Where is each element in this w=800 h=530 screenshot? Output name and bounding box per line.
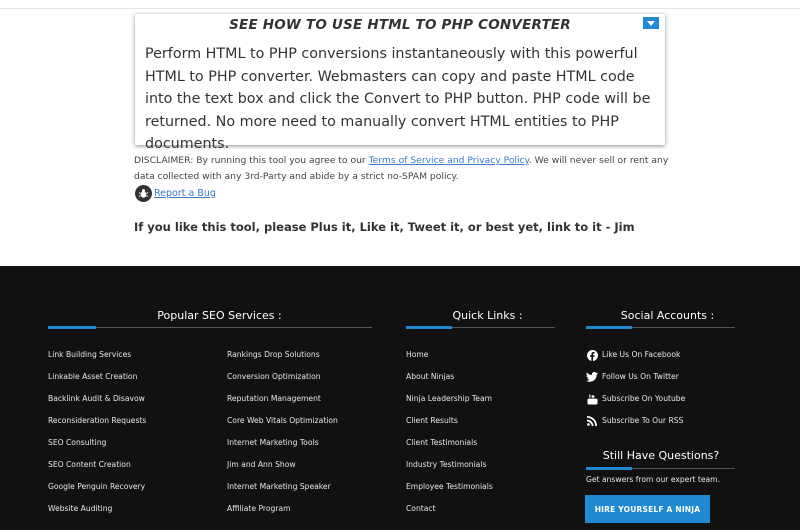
- hire-ninja-button[interactable]: HIRE YOURSELF A NINJA: [585, 495, 710, 523]
- social-twitter-link[interactable]: Follow Us On Twitter: [586, 371, 685, 393]
- social-rss-link[interactable]: Subscribe To Our RSS: [586, 415, 685, 437]
- chevron-down-icon: [647, 20, 655, 26]
- questions-accent: [586, 467, 632, 470]
- report-bug-row[interactable]: Report a Bug: [135, 184, 216, 202]
- footer-link[interactable]: Ninja Leadership Team: [406, 393, 493, 415]
- footer-link[interactable]: Jim and Ann Show: [227, 459, 338, 481]
- footer-link[interactable]: Home: [406, 349, 493, 371]
- footer-link[interactable]: Core Web Vitals Optimization: [227, 415, 338, 437]
- quick-links-accent: [406, 326, 452, 329]
- footer-link[interactable]: Industry Testimonials: [406, 459, 493, 481]
- seo-services-list-1: Link Building Services Linkable Asset Cre…: [48, 349, 146, 525]
- social-label: Like Us On Facebook: [602, 350, 681, 359]
- social-youtube-link[interactable]: Subscribe On Youtube: [586, 393, 685, 415]
- seo-services-accent: [48, 326, 96, 329]
- seo-services-list-2: Rankings Drop Solutions Conversion Optimi…: [227, 349, 338, 525]
- answers-text: Get answers from our expert team.: [586, 475, 720, 484]
- bug-icon: [135, 184, 152, 202]
- footer-link[interactable]: Reputation Management: [227, 393, 338, 415]
- rss-icon: [586, 415, 598, 427]
- seo-services-heading: Popular SEO Services :: [157, 309, 282, 322]
- footer-link[interactable]: Employee Testimonials: [406, 481, 493, 503]
- still-have-questions-heading: Still Have Questions?: [602, 449, 720, 462]
- twitter-icon: [586, 371, 598, 383]
- disclaimer-prefix: DISCLAIMER: By running this tool you agr…: [134, 155, 369, 166]
- footer-link[interactable]: Contact: [406, 503, 493, 525]
- footer-link[interactable]: Conversion Optimization: [227, 371, 338, 393]
- disclaimer: DISCLAIMER: By running this tool you agr…: [134, 153, 674, 185]
- howto-description: Perform HTML to PHP conversions instanta…: [145, 46, 651, 152]
- site-footer: Popular SEO Services : Link Building Ser…: [0, 266, 800, 530]
- social-facebook-link[interactable]: Like Us On Facebook: [586, 349, 685, 371]
- collapse-toggle-button[interactable]: [643, 17, 659, 29]
- footer-link[interactable]: Backlink Audit & Disavow: [48, 393, 146, 415]
- footer-link[interactable]: Google Penguin Recovery: [48, 481, 146, 503]
- terms-privacy-link[interactable]: Terms of Service and Privacy Policy: [369, 155, 529, 166]
- footer-link[interactable]: Affiliate Program: [227, 503, 338, 525]
- report-bug-link[interactable]: Report a Bug: [154, 188, 216, 199]
- facebook-icon: [586, 349, 598, 361]
- footer-link[interactable]: SEO Content Creation: [48, 459, 146, 481]
- quick-links-heading: Quick Links :: [452, 309, 523, 322]
- social-accounts-accent: [586, 326, 632, 329]
- footer-link[interactable]: Linkable Asset Creation: [48, 371, 146, 393]
- footer-link[interactable]: Website Auditing: [48, 503, 146, 525]
- seo-services-rule: [48, 327, 372, 328]
- social-accounts-heading: Social Accounts :: [620, 309, 715, 322]
- footer-link[interactable]: Link Building Services: [48, 349, 146, 371]
- social-label: Follow Us On Twitter: [602, 372, 679, 381]
- top-divider: [0, 8, 800, 9]
- share-request-text: If you like this tool, please Plus it, L…: [134, 220, 635, 234]
- footer-link[interactable]: Reconsideration Requests: [48, 415, 146, 437]
- footer-link[interactable]: Client Results: [406, 415, 493, 437]
- footer-link[interactable]: About Ninjas: [406, 371, 493, 393]
- social-accounts-list: Like Us On Facebook Follow Us On Twitter…: [586, 349, 685, 437]
- footer-link[interactable]: Internet Marketing Tools: [227, 437, 338, 459]
- howto-title: SEE HOW TO USE HTML TO PHP CONVERTER: [229, 17, 571, 33]
- footer-link[interactable]: SEO Consulting: [48, 437, 146, 459]
- howto-panel: SEE HOW TO USE HTML TO PHP CONVERTER Per…: [135, 14, 665, 152]
- quick-links-list: Home About Ninjas Ninja Leadership Team Cli…: [406, 349, 493, 525]
- footer-link[interactable]: Internet Marketing Speaker: [227, 481, 338, 503]
- youtube-icon: [586, 393, 598, 405]
- social-label: Subscribe To Our RSS: [602, 416, 684, 425]
- footer-link[interactable]: Rankings Drop Solutions: [227, 349, 338, 371]
- footer-link[interactable]: Client Testimonials: [406, 437, 493, 459]
- social-label: Subscribe On Youtube: [602, 394, 686, 403]
